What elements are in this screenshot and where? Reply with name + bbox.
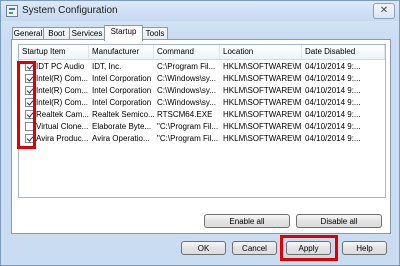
cell-manufacturer: Avira Operatio... [92,134,150,143]
cell-date: 04/10/2014 9:... [305,122,361,131]
cell-command: C:\Program Fil... [157,62,216,71]
cell-date: 04/10/2014 9:... [305,74,361,83]
startup-panel: Startup Item Manufacturer Command Locati… [11,39,391,234]
window-title: System Configuration [22,5,118,16]
cell-command: RTSCM64.EXE [157,110,213,119]
cell-date: 04/10/2014 9:... [305,62,361,71]
column-header-date-disabled[interactable]: Date Disabled [302,45,385,59]
cancel-button[interactable]: Cancel [232,241,277,255]
tab-startup[interactable]: Startup [104,25,143,41]
cell-command: C:\Windows\sy... [157,74,216,83]
list-row[interactable]: Virtual Clone... Elaborate Byte... "C:\Pro… [19,121,385,133]
cell-item: Intel(R) Com... [36,98,89,107]
close-button[interactable]: ✕ [373,3,395,19]
list-row[interactable]: IDT PC Audio IDT, Inc. C:\Program Fil... HK… [19,61,385,73]
cell-date: 04/10/2014 9:... [305,110,361,119]
cell-item: Intel(R) Com... [36,86,89,95]
cell-manufacturer: Realtek Semico... [92,110,154,119]
startup-items-list: Startup Item Manufacturer Command Locati… [18,44,386,198]
cell-location: HKLM\SOFTWARE\M... [223,122,302,131]
cell-item: Avira Produc... [36,134,89,143]
apply-button[interactable]: Apply [286,241,331,255]
list-row[interactable]: Intel(R) Com... Intel Corporation C:\Windo… [19,73,385,85]
ok-button[interactable]: OK [181,241,226,255]
column-header-startup-item[interactable]: Startup Item [19,45,89,59]
cell-date: 04/10/2014 9:... [305,98,361,107]
cell-location: HKLM\SOFTWARE\M... [223,110,302,119]
cell-command: C:\Windows\sy... [157,98,216,107]
cell-manufacturer: Intel Corporation [92,98,152,107]
cell-item: Realtek Cam... [36,110,89,119]
cell-manufacturer: Intel Corporation [92,86,152,95]
list-row[interactable]: Realtek Cam... Realtek Semico... RTSCM64.E… [19,109,385,121]
cell-location: HKLM\SOFTWARE\M... [223,98,302,107]
column-header-command[interactable]: Command [154,45,220,59]
cell-command: "C:\Program Fil... [157,122,219,131]
cell-manufacturer: Elaborate Byte... [92,122,152,131]
cell-manufacturer: Intel Corporation [92,74,152,83]
cell-item: Intel(R) Com... [36,74,89,83]
list-row[interactable]: Intel(R) Com... Intel Corporation C:\Windo… [19,97,385,109]
cell-date: 04/10/2014 9:... [305,86,361,95]
cell-date: 04/10/2014 9:... [305,134,361,143]
disable-all-button[interactable]: Disable all [296,214,382,228]
help-button[interactable]: Help [342,241,387,255]
list-row[interactable]: Intel(R) Com... Intel Corporation C:\Windo… [19,85,385,97]
list-header: Startup Item Manufacturer Command Locati… [19,45,385,60]
title-bar: System Configuration ✕ [1,1,399,21]
enable-all-button[interactable]: Enable all [204,214,290,228]
cell-location: HKLM\SOFTWARE\M... [223,74,302,83]
cell-location: HKLM\SOFTWARE\M... [223,134,302,143]
cell-location: HKLM\SOFTWARE\M... [223,86,302,95]
column-header-manufacturer[interactable]: Manufacturer [89,45,154,59]
cell-item: Virtual Clone... [36,122,89,131]
cell-manufacturer: IDT, Inc. [92,62,122,71]
cell-command: "C:\Program Fil... [157,134,219,143]
system-configuration-window: System Configuration ✕ General Boot Serv… [0,0,400,266]
msconfig-app-icon [6,5,18,17]
cell-location: HKLM\SOFTWARE\M... [223,62,302,71]
list-row[interactable]: Avira Produc... Avira Operatio... "C:\Prog… [19,133,385,145]
cell-item: IDT PC Audio [36,62,85,71]
column-header-location[interactable]: Location [220,45,302,59]
cell-command: C:\Windows\sy... [157,86,216,95]
